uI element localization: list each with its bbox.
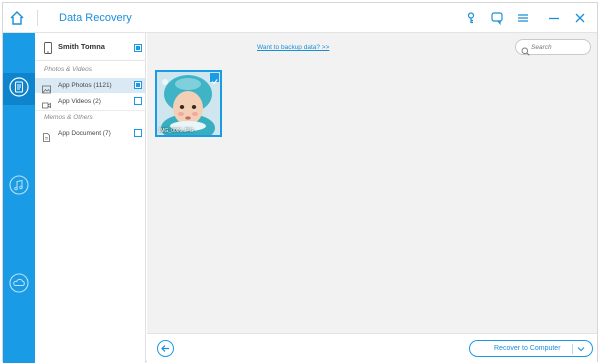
menu-icon[interactable] xyxy=(516,11,530,25)
close-icon[interactable] xyxy=(573,11,587,25)
recover-from-itunes-button[interactable] xyxy=(3,171,35,203)
source-item-app-photos[interactable]: App Photos (1121) xyxy=(35,78,145,94)
button-divider xyxy=(572,344,573,354)
phone-icon xyxy=(44,41,52,54)
category-label: Photos & Videos xyxy=(44,66,92,73)
source-checkbox[interactable] xyxy=(134,97,142,105)
source-checkbox[interactable] xyxy=(134,129,142,137)
title-bar: Data Recovery xyxy=(3,3,597,33)
source-item-label: App Photos (1121) xyxy=(58,82,112,89)
arrow-left-icon xyxy=(158,343,173,360)
source-checkbox[interactable] xyxy=(134,81,142,89)
source-item-app-videos[interactable]: App Videos (2) xyxy=(35,94,145,109)
itunes-recover-icon xyxy=(8,174,30,201)
app-title: Data Recovery xyxy=(59,12,132,24)
photo-thumbnail[interactable]: IMG_0001.JPG xyxy=(155,70,222,137)
bottom-bar: Recover to Computer xyxy=(147,333,597,363)
source-item-label: App Document (7) xyxy=(58,130,111,137)
document-icon xyxy=(42,129,51,142)
category-divider xyxy=(35,110,145,111)
recover-from-device-button[interactable] xyxy=(3,73,35,105)
content-area: Want to backup data? >> Search IMG_0001.… xyxy=(147,33,597,333)
device-row[interactable]: Smith Tomna xyxy=(35,33,146,61)
backup-data-link[interactable]: Want to backup data? >> xyxy=(257,44,329,51)
home-icon[interactable] xyxy=(8,9,26,27)
mode-rail xyxy=(3,33,35,363)
search-icon xyxy=(521,43,530,56)
icloud-recover-icon xyxy=(8,272,30,299)
recover-to-computer-button[interactable]: Recover to Computer xyxy=(469,340,593,357)
chevron-down-icon[interactable] xyxy=(577,346,585,352)
back-button[interactable] xyxy=(157,340,174,357)
recover-from-icloud-button[interactable] xyxy=(3,269,35,301)
source-item-label: App Videos (2) xyxy=(58,98,101,105)
recover-button-label: Recover to Computer xyxy=(494,345,561,352)
title-divider xyxy=(37,10,38,26)
key-icon[interactable] xyxy=(464,11,478,25)
photo-file-name: IMG_0001.JPG xyxy=(159,128,194,134)
feedback-icon[interactable] xyxy=(490,11,504,26)
search-input[interactable] xyxy=(531,42,587,53)
video-icon xyxy=(42,97,51,109)
photo-icon xyxy=(42,81,51,94)
search-box[interactable] xyxy=(515,39,591,56)
minimize-icon[interactable] xyxy=(547,11,561,25)
app-window: Data Recovery Smith Tomna Photos & Video… xyxy=(2,2,598,363)
device-select-all-checkbox[interactable] xyxy=(134,44,142,52)
photo-select-checkbox[interactable] xyxy=(210,73,219,85)
source-panel: Smith Tomna Photos & Videos App Photos (… xyxy=(35,33,146,363)
device-name: Smith Tomna xyxy=(58,42,105,51)
category-label: Memos & Others xyxy=(44,114,93,121)
source-item-app-document[interactable]: App Document (7) xyxy=(35,126,145,142)
device-recover-icon xyxy=(8,76,30,103)
